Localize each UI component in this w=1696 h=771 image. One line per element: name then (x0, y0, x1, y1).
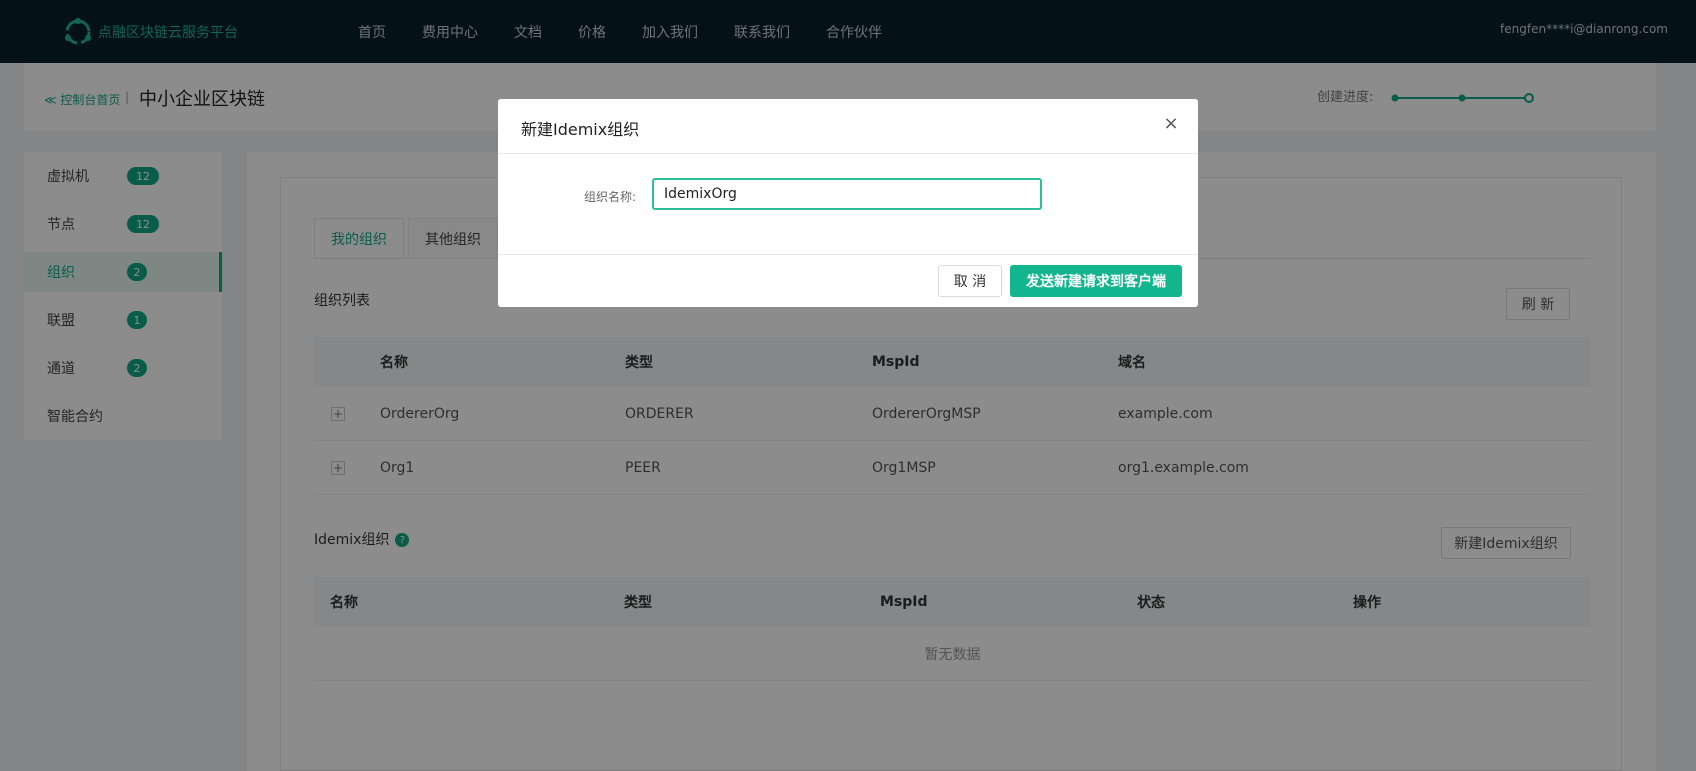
cancel-button[interactable]: 取 消 (938, 265, 1002, 297)
dialog-header: 新建Idemix组织 × (498, 99, 1198, 154)
org-name-input[interactable] (652, 178, 1042, 210)
submit-request-button[interactable]: 发送新建请求到客户端 (1010, 265, 1182, 297)
dialog-title: 新建Idemix组织 (521, 120, 640, 139)
dialog-footer: 取 消 发送新建请求到客户端 (498, 254, 1198, 307)
org-name-label: 组织名称: (584, 190, 637, 204)
new-idemix-org-dialog: 新建Idemix组织 × 组织名称: 取 消 发送新建请求到客户端 (498, 99, 1198, 307)
close-icon[interactable]: × (1162, 115, 1180, 133)
